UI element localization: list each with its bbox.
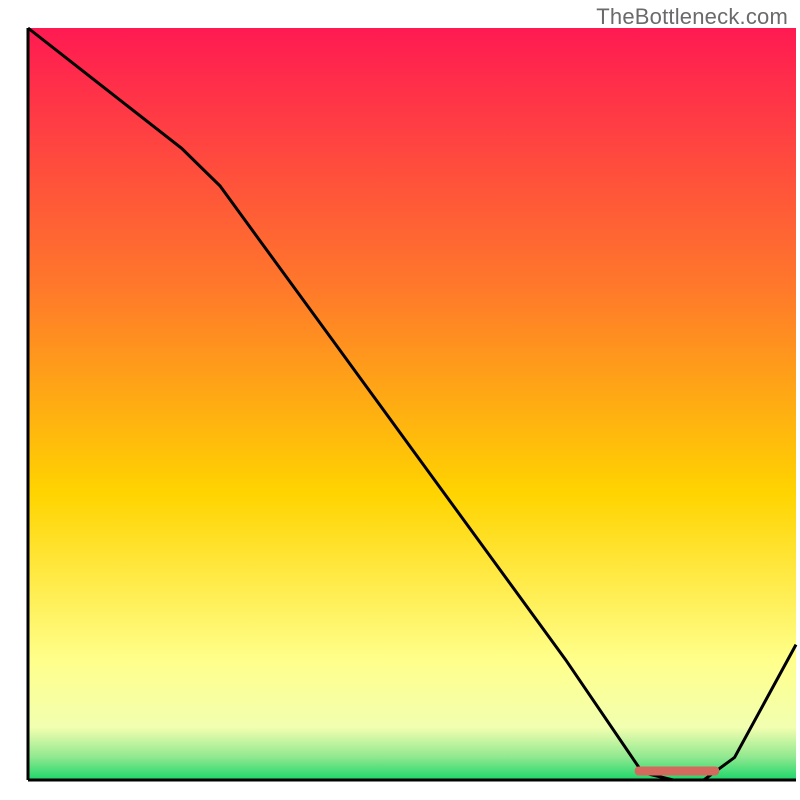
optimal-zone-marker: [635, 766, 719, 775]
watermark-text: TheBottleneck.com: [596, 4, 788, 30]
bottleneck-chart: [0, 0, 800, 800]
chart-wrapper: TheBottleneck.com: [0, 0, 800, 800]
plot-gradient-bg: [28, 28, 796, 780]
